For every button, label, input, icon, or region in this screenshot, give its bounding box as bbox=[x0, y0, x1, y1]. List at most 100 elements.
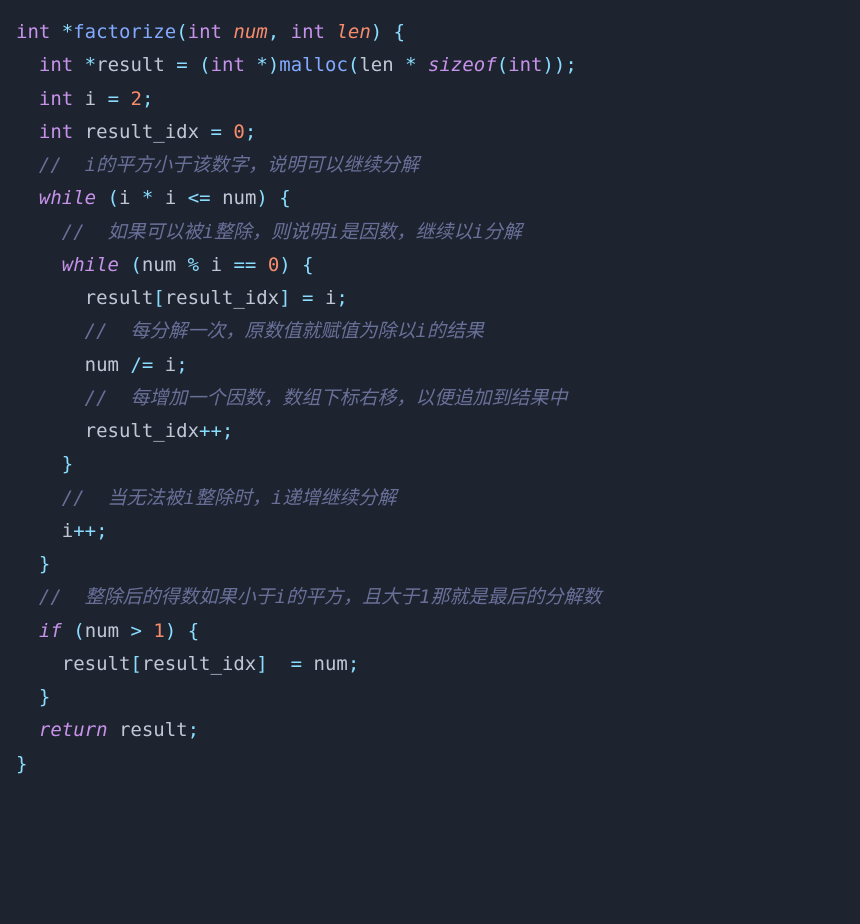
operator-mul: * bbox=[405, 54, 416, 76]
brace: { bbox=[188, 620, 199, 642]
operator-gt: > bbox=[130, 620, 141, 642]
keyword-int: int bbox=[39, 88, 73, 110]
var-result-idx: result_idx bbox=[85, 420, 199, 442]
keyword-sizeof: sizeof bbox=[428, 54, 497, 76]
brace: { bbox=[302, 254, 313, 276]
var-result: result bbox=[96, 54, 165, 76]
var-i: i bbox=[85, 88, 96, 110]
number: 2 bbox=[130, 88, 141, 110]
bracket: [ bbox=[130, 653, 141, 675]
keyword-while: while bbox=[62, 254, 119, 276]
operator-eqeq: == bbox=[233, 254, 256, 276]
keyword-int: int bbox=[211, 54, 245, 76]
paren: ( bbox=[108, 187, 119, 209]
paren: ) bbox=[554, 54, 565, 76]
semicolon: ; bbox=[245, 121, 256, 143]
paren: ) bbox=[279, 254, 290, 276]
function-name: factorize bbox=[73, 21, 176, 43]
brace: } bbox=[62, 453, 73, 475]
bracket: [ bbox=[153, 287, 164, 309]
semicolon: ; bbox=[188, 719, 199, 741]
operator-eq: = bbox=[176, 54, 187, 76]
var-result-idx: result_idx bbox=[165, 287, 279, 309]
keyword-int: int bbox=[291, 21, 325, 43]
number: 1 bbox=[153, 620, 164, 642]
operator-star: * bbox=[256, 54, 267, 76]
var-i: i bbox=[62, 520, 73, 542]
number: 0 bbox=[233, 121, 244, 143]
keyword-int: int bbox=[188, 21, 222, 43]
keyword-int: int bbox=[39, 121, 73, 143]
comment: // 每增加一个因数，数组下标右移，以便追加到结果中 bbox=[85, 387, 568, 409]
brace: } bbox=[16, 753, 27, 775]
var-num: num bbox=[222, 187, 256, 209]
var-i: i bbox=[325, 287, 336, 309]
var-num: num bbox=[314, 653, 348, 675]
var-result: result bbox=[62, 653, 131, 675]
comma: , bbox=[268, 21, 279, 43]
keyword-int: int bbox=[508, 54, 542, 76]
operator-inc: ++ bbox=[73, 520, 96, 542]
keyword-if: if bbox=[39, 620, 62, 642]
paren: ) bbox=[542, 54, 553, 76]
bracket: ] bbox=[256, 653, 267, 675]
comment: // 如果可以被i整除，则说明i是因数，继续以i分解 bbox=[62, 221, 522, 243]
operator-eq: = bbox=[211, 121, 222, 143]
function-malloc: malloc bbox=[279, 54, 348, 76]
code-block: int *factorize(int num, int len) { int *… bbox=[16, 16, 844, 781]
semicolon: ; bbox=[96, 520, 107, 542]
var-len: len bbox=[359, 54, 393, 76]
comment: // i的平方小于该数字，说明可以继续分解 bbox=[39, 154, 419, 176]
semicolon: ; bbox=[348, 653, 359, 675]
brace: { bbox=[279, 187, 290, 209]
keyword-return: return bbox=[39, 719, 108, 741]
semicolon: ; bbox=[222, 420, 233, 442]
paren: ( bbox=[497, 54, 508, 76]
semicolon: ; bbox=[142, 88, 153, 110]
operator-star: * bbox=[62, 21, 73, 43]
paren: ( bbox=[199, 54, 210, 76]
brace: { bbox=[394, 21, 405, 43]
var-result-idx: result_idx bbox=[142, 653, 256, 675]
number: 0 bbox=[268, 254, 279, 276]
paren: ( bbox=[348, 54, 359, 76]
brace: } bbox=[39, 553, 50, 575]
operator-star: * bbox=[85, 54, 96, 76]
var-result-idx: result_idx bbox=[85, 121, 199, 143]
var-result: result bbox=[119, 719, 188, 741]
paren: ( bbox=[73, 620, 84, 642]
operator-mod: % bbox=[188, 254, 199, 276]
paren: ( bbox=[176, 21, 187, 43]
keyword-while: while bbox=[39, 187, 96, 209]
operator-lte: <= bbox=[188, 187, 211, 209]
paren: ( bbox=[130, 254, 141, 276]
param-num: num bbox=[233, 21, 267, 43]
keyword-int: int bbox=[39, 54, 73, 76]
paren: ) bbox=[371, 21, 382, 43]
paren: ) bbox=[256, 187, 267, 209]
brace: } bbox=[39, 686, 50, 708]
paren: ) bbox=[165, 620, 176, 642]
paren: ) bbox=[268, 54, 279, 76]
operator-inc: ++ bbox=[199, 420, 222, 442]
var-num: num bbox=[85, 620, 119, 642]
bracket: ] bbox=[279, 287, 290, 309]
semicolon: ; bbox=[176, 354, 187, 376]
var-i: i bbox=[119, 187, 130, 209]
semicolon: ; bbox=[336, 287, 347, 309]
var-result: result bbox=[85, 287, 154, 309]
comment: // 当无法被i整除时，i递增继续分解 bbox=[62, 487, 397, 509]
operator-eq: = bbox=[108, 88, 119, 110]
var-num: num bbox=[85, 354, 119, 376]
var-num: num bbox=[142, 254, 176, 276]
keyword-int: int bbox=[16, 21, 50, 43]
operator-eq: = bbox=[302, 287, 313, 309]
operator-diveq: /= bbox=[130, 354, 153, 376]
comment: // 每分解一次，原数值就赋值为除以i的结果 bbox=[85, 320, 484, 342]
operator-eq: = bbox=[291, 653, 302, 675]
operator-mul: * bbox=[142, 187, 153, 209]
comment: // 整除后的得数如果小于i的平方，且大于1那就是最后的分解数 bbox=[39, 586, 602, 608]
var-i: i bbox=[211, 254, 222, 276]
var-i: i bbox=[165, 354, 176, 376]
var-i: i bbox=[165, 187, 176, 209]
